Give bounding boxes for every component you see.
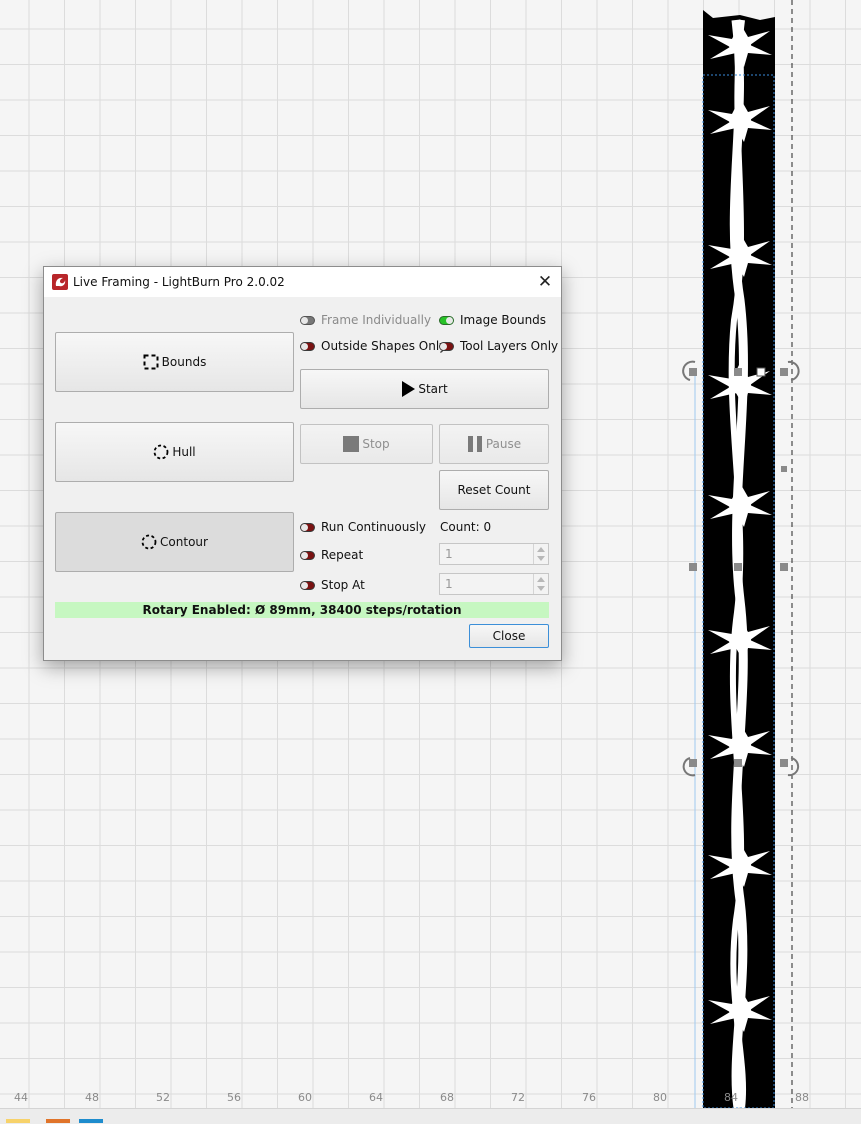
run-continuously-label: Run Continuously	[321, 520, 427, 534]
ruler-label: 80	[653, 1091, 667, 1104]
start-label: Start	[418, 382, 448, 396]
stop-at-spinbox[interactable]: 1	[439, 573, 549, 595]
outside-shapes-only-label: Outside Shapes Only	[321, 339, 447, 353]
ruler-label: 44	[14, 1091, 28, 1104]
pause-label: Pause	[485, 437, 522, 451]
outside-shapes-only-toggle[interactable]: Outside Shapes Only	[300, 339, 446, 353]
spin-arrows[interactable]	[533, 544, 548, 564]
bounds-label: Bounds	[161, 355, 207, 369]
repeat-toggle[interactable]: Repeat	[300, 548, 363, 562]
ruler-label: 48	[85, 1091, 99, 1104]
ruler-label: 52	[156, 1091, 170, 1104]
count-label: Count: 0	[440, 520, 492, 534]
dashed-circle-icon	[141, 534, 157, 550]
stop-square-icon	[343, 436, 360, 452]
ruler-label: 68	[440, 1091, 454, 1104]
live-framing-dialog: Live Framing - LightBurn Pro 2.0.02 ✕ Bo…	[43, 266, 562, 661]
palette-swatch-yellow[interactable]	[6, 1119, 30, 1123]
toggle-switch-icon	[300, 580, 315, 590]
contour-label: Contour	[160, 535, 208, 549]
close-icon[interactable]: ✕	[533, 270, 557, 294]
ruler-label: 64	[369, 1091, 383, 1104]
repeat-label: Repeat	[321, 548, 364, 562]
ruler-label: 76	[582, 1091, 596, 1104]
close-label: Close	[492, 629, 526, 643]
stop-label: Stop	[362, 437, 390, 451]
ruler-label: 72	[511, 1091, 525, 1104]
stop-at-label: Stop At	[321, 578, 365, 592]
frame-individually-label: Frame Individually	[321, 313, 432, 327]
image-bounds-toggle[interactable]: Image Bounds	[439, 313, 546, 327]
reset-count-label: Reset Count	[457, 483, 531, 497]
tool-layers-only-toggle[interactable]: Tool Layers Only	[439, 339, 558, 353]
toggle-switch-icon	[439, 341, 454, 351]
reset-count-button[interactable]: Reset Count	[439, 470, 549, 510]
start-button[interactable]: Start	[300, 369, 549, 409]
ruler-label: 88	[795, 1091, 809, 1104]
run-continuously-toggle[interactable]: Run Continuously	[300, 520, 426, 534]
repeat-count-spinbox[interactable]: 1	[439, 543, 549, 565]
close-button[interactable]: Close	[469, 624, 549, 648]
chevron-up-icon[interactable]	[537, 577, 545, 582]
toggle-switch-icon	[300, 522, 315, 532]
stop-button[interactable]: Stop	[300, 424, 433, 464]
palette-swatch-orange[interactable]	[46, 1119, 70, 1123]
dashed-circle-icon	[153, 444, 169, 460]
contour-button[interactable]: Contour	[55, 512, 294, 572]
toggle-switch-icon	[300, 315, 315, 325]
chevron-up-icon[interactable]	[537, 547, 545, 552]
image-bounds-label: Image Bounds	[460, 313, 547, 327]
color-palette-bar	[0, 1108, 861, 1124]
stop-at-toggle[interactable]: Stop At	[300, 578, 365, 592]
ruler-label: 60	[298, 1091, 312, 1104]
toggle-switch-icon	[439, 315, 454, 325]
pause-icon	[467, 436, 482, 452]
spin-arrows[interactable]	[533, 574, 548, 594]
toggle-switch-icon	[300, 341, 315, 351]
play-icon	[402, 381, 416, 397]
chevron-down-icon[interactable]	[537, 556, 545, 561]
rotary-status-bar: Rotary Enabled: Ø 89mm, 38400 steps/rota…	[55, 602, 549, 618]
bounds-button[interactable]: Bounds	[55, 332, 294, 392]
repeat-count-value: 1	[445, 547, 453, 561]
chevron-down-icon[interactable]	[537, 586, 545, 591]
stop-at-value: 1	[445, 577, 453, 591]
ruler-label: 84	[724, 1091, 738, 1104]
pause-button[interactable]: Pause	[439, 424, 549, 464]
lightburn-logo-icon	[52, 274, 68, 290]
toggle-switch-icon	[300, 550, 315, 560]
palette-swatch-blue[interactable]	[79, 1119, 103, 1123]
dashed-square-icon	[143, 354, 159, 370]
hull-button[interactable]: Hull	[55, 422, 294, 482]
tool-layers-only-label: Tool Layers Only	[460, 339, 559, 353]
ruler-label: 56	[227, 1091, 241, 1104]
dialog-titlebar[interactable]: Live Framing - LightBurn Pro 2.0.02 ✕	[44, 267, 561, 297]
hull-label: Hull	[172, 445, 196, 459]
dialog-title: Live Framing - LightBurn Pro 2.0.02	[73, 275, 285, 289]
frame-individually-toggle[interactable]: Frame Individually	[300, 313, 431, 327]
